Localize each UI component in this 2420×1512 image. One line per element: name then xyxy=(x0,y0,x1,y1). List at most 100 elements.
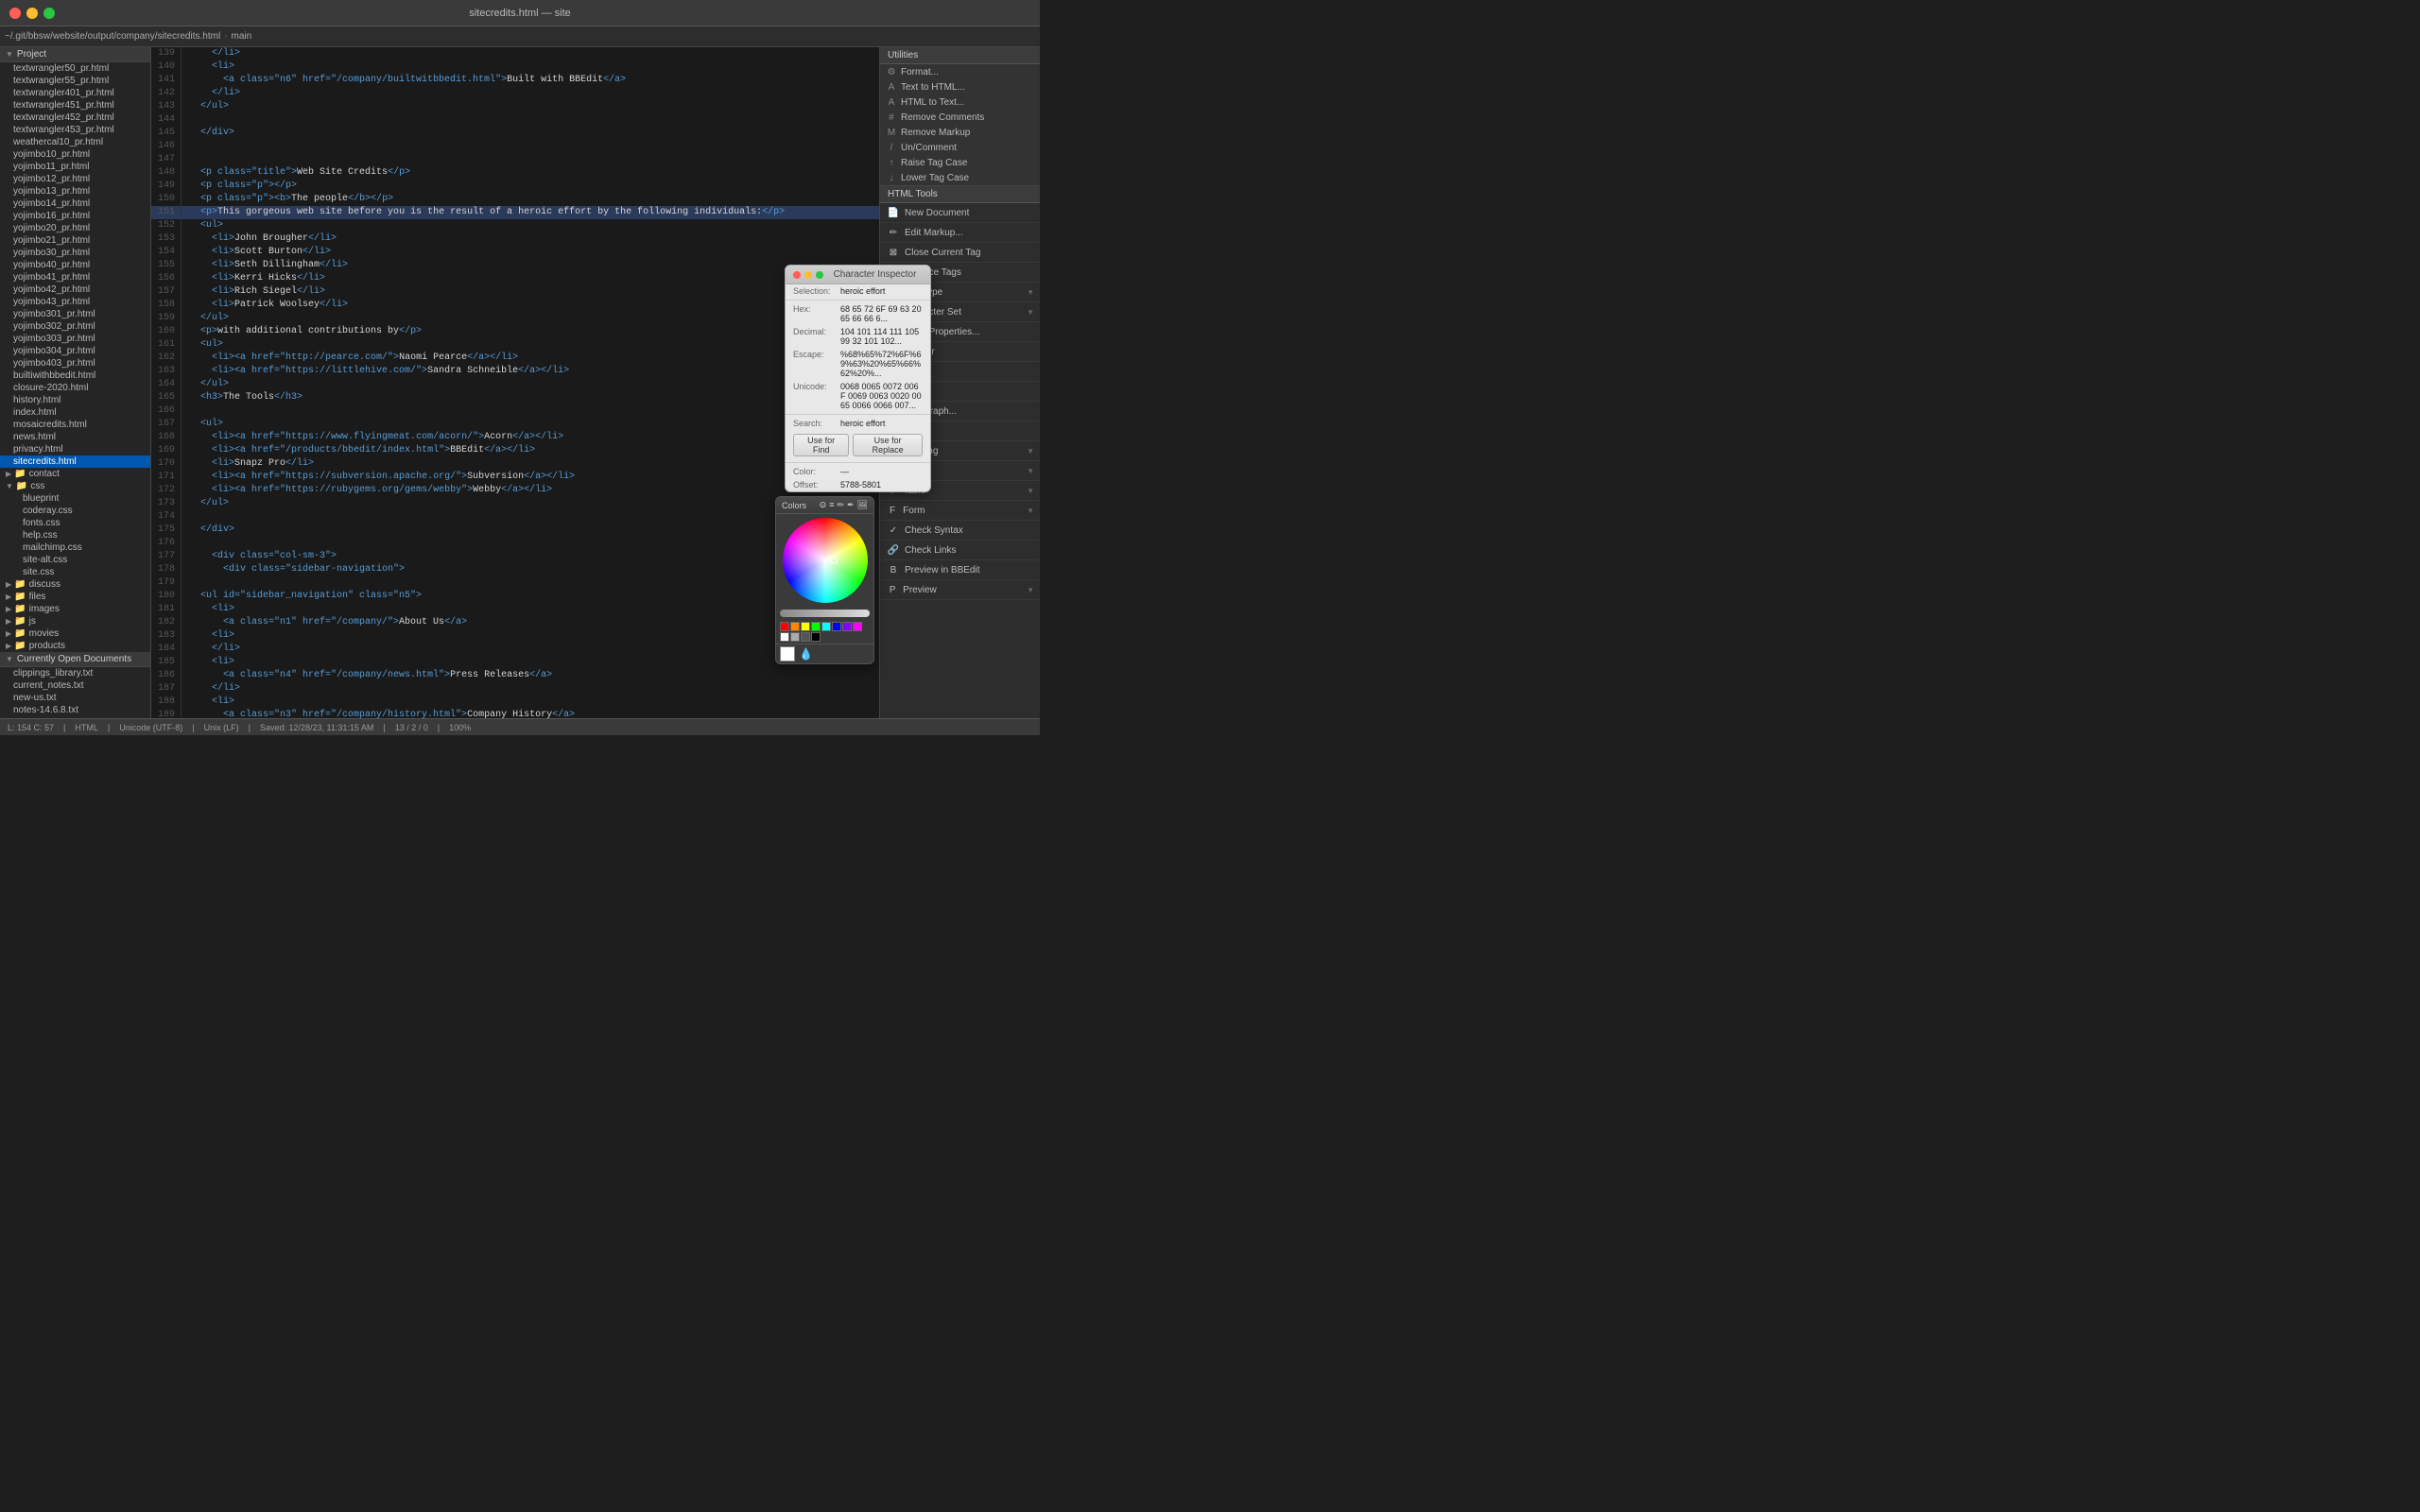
html-tool-edit-markup-[interactable]: ✏Edit Markup... xyxy=(880,223,1040,243)
line-content[interactable]: <p>with additional contributions by</p> xyxy=(182,325,429,338)
sidebar-file-item[interactable]: yojimbo30_pr.html xyxy=(0,247,150,259)
utilities-item-remove-markup[interactable]: MRemove Markup xyxy=(880,125,1040,140)
line-content[interactable]: <li>Snapz Pro</li> xyxy=(182,457,321,471)
line-content[interactable]: </ul> xyxy=(182,378,236,391)
sidebar-file-item[interactable]: yojimbo43_pr.html xyxy=(0,296,150,308)
line-content[interactable]: </div> xyxy=(182,524,242,537)
line-content[interactable]: <li><a href="https://rubygems.org/gems/w… xyxy=(182,484,560,497)
sidebar-file-item[interactable]: yojimbo13_pr.html xyxy=(0,185,150,198)
line-content[interactable] xyxy=(182,113,202,127)
line-content[interactable] xyxy=(182,510,202,524)
color-swatch[interactable] xyxy=(790,622,800,631)
color-swatch[interactable] xyxy=(780,632,789,642)
html-tool-new-document[interactable]: 📄New Document xyxy=(880,203,1040,223)
line-content[interactable] xyxy=(182,404,202,418)
line-content[interactable]: </li> xyxy=(182,682,248,696)
line-content[interactable]: </ul> xyxy=(182,497,236,510)
line-content[interactable]: <ul> xyxy=(182,338,231,352)
sidebar-file-item[interactable]: yojimbo301_pr.html xyxy=(0,308,150,320)
line-content[interactable]: <h3>The Tools</h3> xyxy=(182,391,310,404)
sidebar-css-subfile[interactable]: help.css xyxy=(0,529,150,541)
utilities-item-un/comment[interactable]: /Un/Comment xyxy=(880,140,1040,155)
sidebar-open-doc-item[interactable]: new-us.txt xyxy=(0,692,150,704)
color-swatch[interactable] xyxy=(832,622,841,631)
sidebar-folder-products[interactable]: ▶📁products xyxy=(0,640,150,652)
line-content[interactable]: <li>Kerri Hicks</li> xyxy=(182,272,333,285)
colors-tab-crayon[interactable]: ✒ xyxy=(847,500,855,510)
line-content[interactable]: <div class="sidebar-navigation"> xyxy=(182,563,412,576)
line-content[interactable]: <p class="p"><b>The people</b></p> xyxy=(182,193,401,206)
sidebar-css-subfile[interactable]: mailchimp.css xyxy=(0,541,150,554)
color-swatch[interactable] xyxy=(801,622,810,631)
line-content[interactable]: </div> xyxy=(182,127,242,140)
sidebar-open-doc-item[interactable]: current_notes.txt xyxy=(0,679,150,692)
sidebar-file-item[interactable]: sitecredits.html xyxy=(0,455,150,468)
line-content[interactable]: <li><a href="/products/bbedit/index.html… xyxy=(182,444,543,457)
color-slider-h[interactable] xyxy=(780,610,870,617)
close-button[interactable] xyxy=(9,8,21,19)
sidebar-file-item[interactable]: closure-2020.html xyxy=(0,382,150,394)
line-content[interactable]: <li> xyxy=(182,696,242,709)
sidebar-file-item[interactable]: history.html xyxy=(0,394,150,406)
line-content[interactable]: <ul> xyxy=(182,219,231,232)
sidebar-file-item[interactable]: builtiwithbbedit.html xyxy=(0,369,150,382)
line-content[interactable]: <li> xyxy=(182,603,242,616)
sidebar-folder-files[interactable]: ▶📁files xyxy=(0,591,150,603)
line-content[interactable]: <li><a href="https://littlehive.com/">Sa… xyxy=(182,365,577,378)
color-swatch[interactable] xyxy=(801,632,810,642)
sidebar-file-item[interactable]: textwrangler452_pr.html xyxy=(0,112,150,124)
sidebar-file-item[interactable]: yojimbo14_pr.html xyxy=(0,198,150,210)
line-content[interactable]: </li> xyxy=(182,643,248,656)
sidebar-file-item[interactable]: privacy.html xyxy=(0,443,150,455)
sidebar-file-item[interactable]: yojimbo11_pr.html xyxy=(0,161,150,173)
line-content[interactable]: <li>John Brougher</li> xyxy=(182,232,344,246)
utilities-item-lower-tag-case[interactable]: ↓Lower Tag Case xyxy=(880,170,1040,185)
color-swatch[interactable] xyxy=(853,622,862,631)
line-content[interactable]: </li> xyxy=(182,87,248,100)
line-content[interactable]: <p class="p"></p> xyxy=(182,180,304,193)
utilities-item-remove-comments[interactable]: #Remove Comments xyxy=(880,110,1040,125)
sidebar-file-item[interactable]: textwrangler50_pr.html xyxy=(0,62,150,75)
selected-color-dropper[interactable]: 💧 xyxy=(799,647,813,661)
line-content[interactable] xyxy=(182,140,202,153)
colors-tab-image[interactable]: 🖼 xyxy=(857,500,868,510)
sidebar-folder-contact[interactable]: ▶📁contact xyxy=(0,468,150,480)
line-content[interactable] xyxy=(182,153,202,166)
maximize-button[interactable] xyxy=(43,8,55,19)
sidebar-file-item[interactable]: yojimbo41_pr.html xyxy=(0,271,150,284)
sidebar-open-doc-item[interactable]: clippings_library.txt xyxy=(0,667,150,679)
line-content[interactable]: </ul> xyxy=(182,312,236,325)
line-content[interactable]: <li> xyxy=(182,60,242,74)
sidebar-css-subfile[interactable]: site.css xyxy=(0,566,150,578)
sidebar-file-item[interactable]: yojimbo10_pr.html xyxy=(0,148,150,161)
line-content[interactable]: <p class="title">Web Site Credits</p> xyxy=(182,166,418,180)
sidebar-file-item[interactable]: textwrangler401_pr.html xyxy=(0,87,150,99)
sidebar-file-item[interactable]: textwrangler55_pr.html xyxy=(0,75,150,87)
sidebar-file-item[interactable]: yojimbo303_pr.html xyxy=(0,333,150,345)
sidebar-folder-movies[interactable]: ▶📁movies xyxy=(0,627,150,640)
sidebar-file-item[interactable]: yojimbo40_pr.html xyxy=(0,259,150,271)
line-content[interactable]: <li>Rich Siegel</li> xyxy=(182,285,333,299)
html-tool-close-current-tag[interactable]: ⊠Close Current Tag xyxy=(880,243,1040,263)
html-tool-check-syntax[interactable]: ✓Check Syntax xyxy=(880,521,1040,541)
sidebar-css-subfile[interactable]: coderay.css xyxy=(0,505,150,517)
color-swatch[interactable] xyxy=(790,632,800,642)
code-area[interactable]: 139 </li>140 <li>141 <a class="n6" href=… xyxy=(151,47,879,718)
sidebar-file-item[interactable]: index.html xyxy=(0,406,150,419)
sidebar-folder-css[interactable]: ▼📁css xyxy=(0,480,150,492)
line-content[interactable]: <li><a href="http://pearce.com/">Naomi P… xyxy=(182,352,526,365)
utilities-item-raise-tag-case[interactable]: ↑Raise Tag Case xyxy=(880,155,1040,170)
sidebar-file-item[interactable]: yojimbo21_pr.html xyxy=(0,234,150,247)
sidebar-file-item[interactable]: yojimbo12_pr.html xyxy=(0,173,150,185)
sidebar-file-item[interactable]: textwrangler451_pr.html xyxy=(0,99,150,112)
color-swatch[interactable] xyxy=(811,632,821,642)
code-editor[interactable]: 139 </li>140 <li>141 <a class="n6" href=… xyxy=(151,47,879,718)
color-swatch[interactable] xyxy=(821,622,831,631)
sidebar-file-item[interactable]: mosaicredits.html xyxy=(0,419,150,431)
color-swatch[interactable] xyxy=(780,622,789,631)
utilities-item-text-to-html...[interactable]: AText to HTML... xyxy=(880,79,1040,94)
color-swatch[interactable] xyxy=(811,622,821,631)
colors-tab-wheel[interactable]: ⊙ xyxy=(820,500,827,510)
line-content[interactable]: <a class="n4" href="/company/news.html">… xyxy=(182,669,560,682)
sidebar-file-item[interactable]: yojimbo302_pr.html xyxy=(0,320,150,333)
